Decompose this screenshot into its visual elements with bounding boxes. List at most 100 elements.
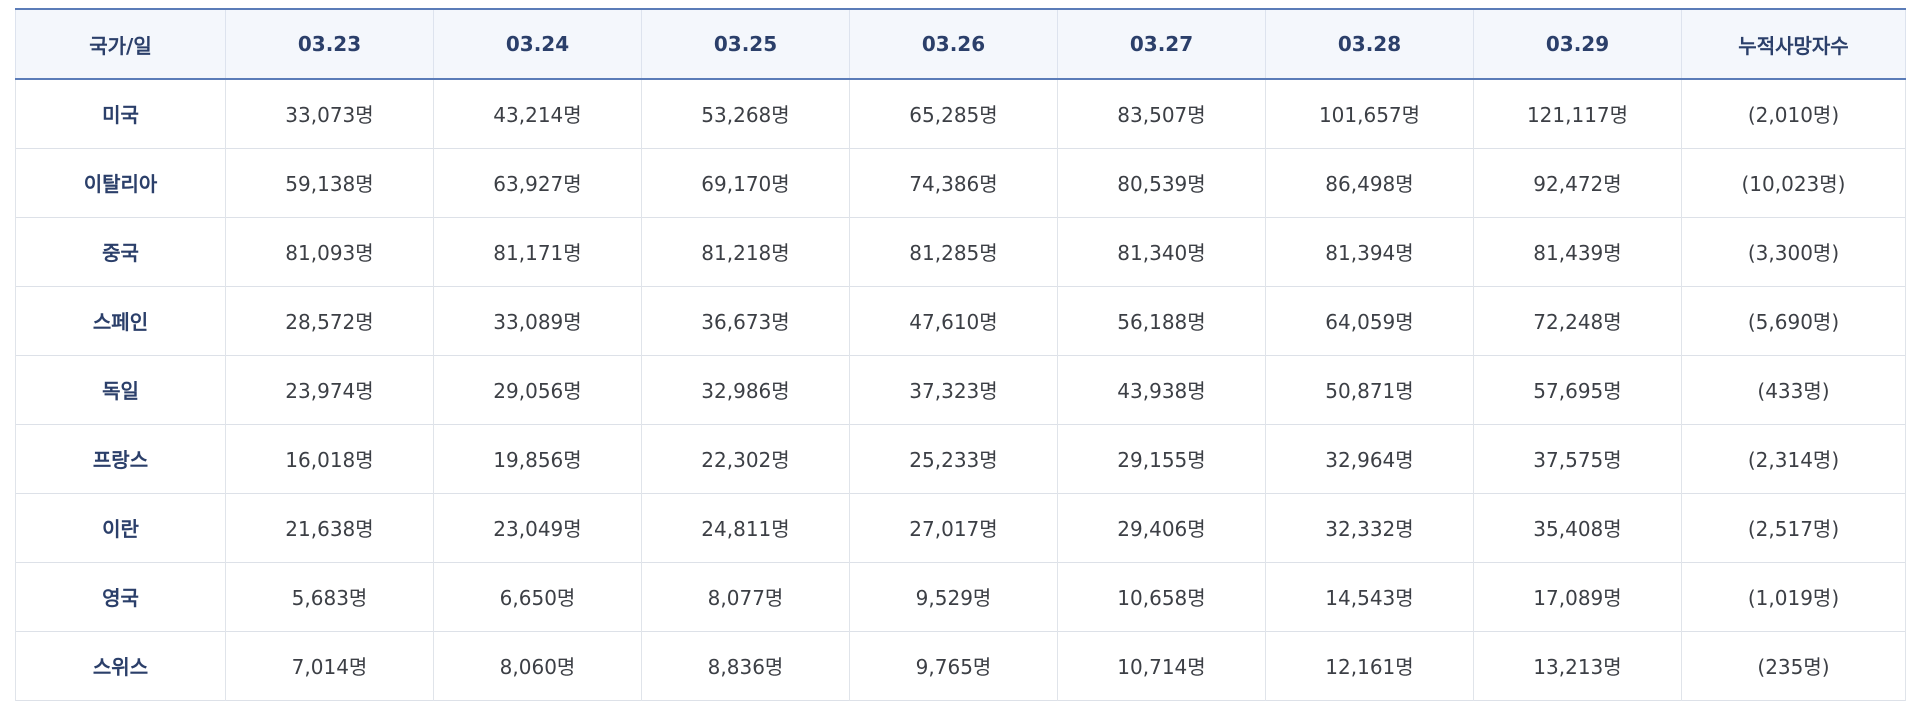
cases-cell: 57,695명 (1473, 355, 1682, 424)
deaths-cell: (1,019명) (1681, 562, 1906, 631)
cases-cell: 22,302명 (641, 424, 850, 493)
cases-cell: 121,117명 (1473, 79, 1682, 148)
cases-cell: 8,060명 (433, 631, 642, 700)
cases-cell: 101,657명 (1265, 79, 1474, 148)
country-cell: 이란 (15, 493, 226, 562)
cases-cell: 59,138명 (225, 148, 434, 217)
cases-cell: 10,714명 (1057, 631, 1266, 700)
cases-cell: 27,017명 (849, 493, 1058, 562)
header-country: 국가/일 (15, 9, 226, 79)
deaths-cell: (2,314명) (1681, 424, 1906, 493)
cases-cell: 81,093명 (225, 217, 434, 286)
cases-cell: 21,638명 (225, 493, 434, 562)
cases-cell: 29,406명 (1057, 493, 1266, 562)
country-cell: 스위스 (15, 631, 226, 700)
cases-cell: 6,650명 (433, 562, 642, 631)
cases-cell: 86,498명 (1265, 148, 1474, 217)
cases-cell: 72,248명 (1473, 286, 1682, 355)
cases-cell: 37,323명 (849, 355, 1058, 424)
covid-cases-table: 국가/일 03.23 03.24 03.25 03.26 03.27 03.28… (15, 8, 1906, 701)
deaths-cell: (2,010명) (1681, 79, 1906, 148)
cases-cell: 23,049명 (433, 493, 642, 562)
cases-cell: 81,394명 (1265, 217, 1474, 286)
table-row: 스페인 28,572명 33,089명 36,673명 47,610명 56,188명 64… (15, 286, 1906, 355)
cases-cell: 14,543명 (1265, 562, 1474, 631)
header-row: 국가/일 03.23 03.24 03.25 03.26 03.27 03.28… (15, 9, 1906, 79)
cases-cell: 17,089명 (1473, 562, 1682, 631)
cases-cell: 81,285명 (849, 217, 1058, 286)
cases-cell: 32,332명 (1265, 493, 1474, 562)
cases-cell: 13,213명 (1473, 631, 1682, 700)
country-cell: 중국 (15, 217, 226, 286)
cases-cell: 25,233명 (849, 424, 1058, 493)
cases-cell: 9,765명 (849, 631, 1058, 700)
cases-cell: 8,836명 (641, 631, 850, 700)
deaths-cell: (235명) (1681, 631, 1906, 700)
cases-cell: 50,871명 (1265, 355, 1474, 424)
country-cell: 영국 (15, 562, 226, 631)
header-date: 03.27 (1057, 9, 1266, 79)
cases-cell: 53,268명 (641, 79, 850, 148)
cases-cell: 81,171명 (433, 217, 642, 286)
table-row: 이탈리아 59,138명 63,927명 69,170명 74,386명 80,539명 8… (15, 148, 1906, 217)
cases-cell: 81,439명 (1473, 217, 1682, 286)
cases-cell: 83,507명 (1057, 79, 1266, 148)
cases-cell: 36,673명 (641, 286, 850, 355)
cases-cell: 64,059명 (1265, 286, 1474, 355)
cases-cell: 69,170명 (641, 148, 850, 217)
deaths-cell: (3,300명) (1681, 217, 1906, 286)
header-date: 03.25 (641, 9, 850, 79)
country-cell: 독일 (15, 355, 226, 424)
cases-cell: 65,285명 (849, 79, 1058, 148)
table-container: 국가/일 03.23 03.24 03.25 03.26 03.27 03.28… (15, 8, 1906, 701)
cases-cell: 80,539명 (1057, 148, 1266, 217)
header-deaths: 누적사망자수 (1681, 9, 1906, 79)
cases-cell: 32,964명 (1265, 424, 1474, 493)
cases-cell: 7,014명 (225, 631, 434, 700)
country-cell: 스페인 (15, 286, 226, 355)
cases-cell: 63,927명 (433, 148, 642, 217)
cases-cell: 10,658명 (1057, 562, 1266, 631)
cases-cell: 24,811명 (641, 493, 850, 562)
table-row: 영국 5,683명 6,650명 8,077명 9,529명 10,658명 14,543명… (15, 562, 1906, 631)
cases-cell: 74,386명 (849, 148, 1058, 217)
cases-cell: 33,073명 (225, 79, 434, 148)
cases-cell: 37,575명 (1473, 424, 1682, 493)
table-row: 중국 81,093명 81,171명 81,218명 81,285명 81,340명 81,… (15, 217, 1906, 286)
table-body: 미국 33,073명 43,214명 53,268명 65,285명 83,507명 101… (15, 79, 1906, 700)
cases-cell: 43,214명 (433, 79, 642, 148)
cases-cell: 32,986명 (641, 355, 850, 424)
country-cell: 이탈리아 (15, 148, 226, 217)
cases-cell: 19,856명 (433, 424, 642, 493)
cases-cell: 81,340명 (1057, 217, 1266, 286)
table-row: 스위스 7,014명 8,060명 8,836명 9,765명 10,714명 12,161… (15, 631, 1906, 700)
cases-cell: 29,056명 (433, 355, 642, 424)
header-date: 03.29 (1473, 9, 1682, 79)
cases-cell: 33,089명 (433, 286, 642, 355)
deaths-cell: (10,023명) (1681, 148, 1906, 217)
cases-cell: 47,610명 (849, 286, 1058, 355)
cases-cell: 16,018명 (225, 424, 434, 493)
cases-cell: 12,161명 (1265, 631, 1474, 700)
cases-cell: 5,683명 (225, 562, 434, 631)
cases-cell: 35,408명 (1473, 493, 1682, 562)
cases-cell: 29,155명 (1057, 424, 1266, 493)
table-row: 독일 23,974명 29,056명 32,986명 37,323명 43,938명 50,… (15, 355, 1906, 424)
header-date: 03.26 (849, 9, 1058, 79)
cases-cell: 81,218명 (641, 217, 850, 286)
cases-cell: 8,077명 (641, 562, 850, 631)
cases-cell: 28,572명 (225, 286, 434, 355)
header-date: 03.23 (225, 9, 434, 79)
table-row: 프랑스 16,018명 19,856명 22,302명 25,233명 29,155명 32… (15, 424, 1906, 493)
deaths-cell: (5,690명) (1681, 286, 1906, 355)
deaths-cell: (2,517명) (1681, 493, 1906, 562)
header-date: 03.28 (1265, 9, 1474, 79)
cases-cell: 56,188명 (1057, 286, 1266, 355)
deaths-cell: (433명) (1681, 355, 1906, 424)
country-cell: 프랑스 (15, 424, 226, 493)
header-date: 03.24 (433, 9, 642, 79)
table-header: 국가/일 03.23 03.24 03.25 03.26 03.27 03.28… (15, 9, 1906, 79)
cases-cell: 43,938명 (1057, 355, 1266, 424)
cases-cell: 92,472명 (1473, 148, 1682, 217)
cases-cell: 23,974명 (225, 355, 434, 424)
